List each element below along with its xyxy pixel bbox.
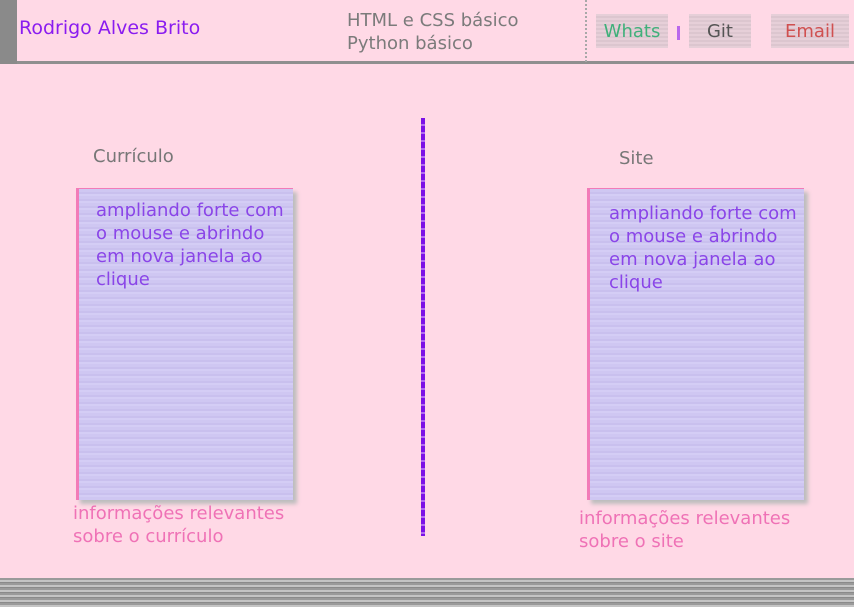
site-owner-name: Rodrigo Alves Brito [19, 17, 201, 39]
site-card-text: ampliando forte com o mouse e abrindo em… [609, 203, 797, 293]
site-title: Site [619, 148, 654, 169]
curriculo-title: Currículo [93, 146, 174, 167]
footer [0, 578, 854, 607]
curriculo-card-text: ampliando forte com o mouse e abrindo em… [96, 200, 284, 290]
header-left-bar [0, 0, 17, 64]
column-divider [421, 118, 425, 536]
header: Rodrigo Alves Brito HTML e CSS básico Py… [0, 0, 854, 64]
skill-item: HTML e CSS básico [347, 10, 519, 31]
skills-list: HTML e CSS básico Python básico [347, 9, 519, 55]
site-description: informações relevantes sobre o site [579, 508, 791, 552]
skill-item: Python básico [347, 33, 473, 54]
contacts-nav: Whats Git Email [585, 0, 854, 62]
email-link[interactable]: Email [771, 14, 849, 48]
separator [677, 26, 680, 40]
git-link[interactable]: Git [689, 14, 751, 48]
curriculo-description: informações relevantes sobre o currículo [73, 503, 285, 547]
site-card[interactable]: ampliando forte com o mouse e abrindo em… [587, 188, 804, 500]
curriculo-card[interactable]: ampliando forte com o mouse e abrindo em… [76, 188, 293, 500]
whats-link[interactable]: Whats [596, 14, 668, 48]
